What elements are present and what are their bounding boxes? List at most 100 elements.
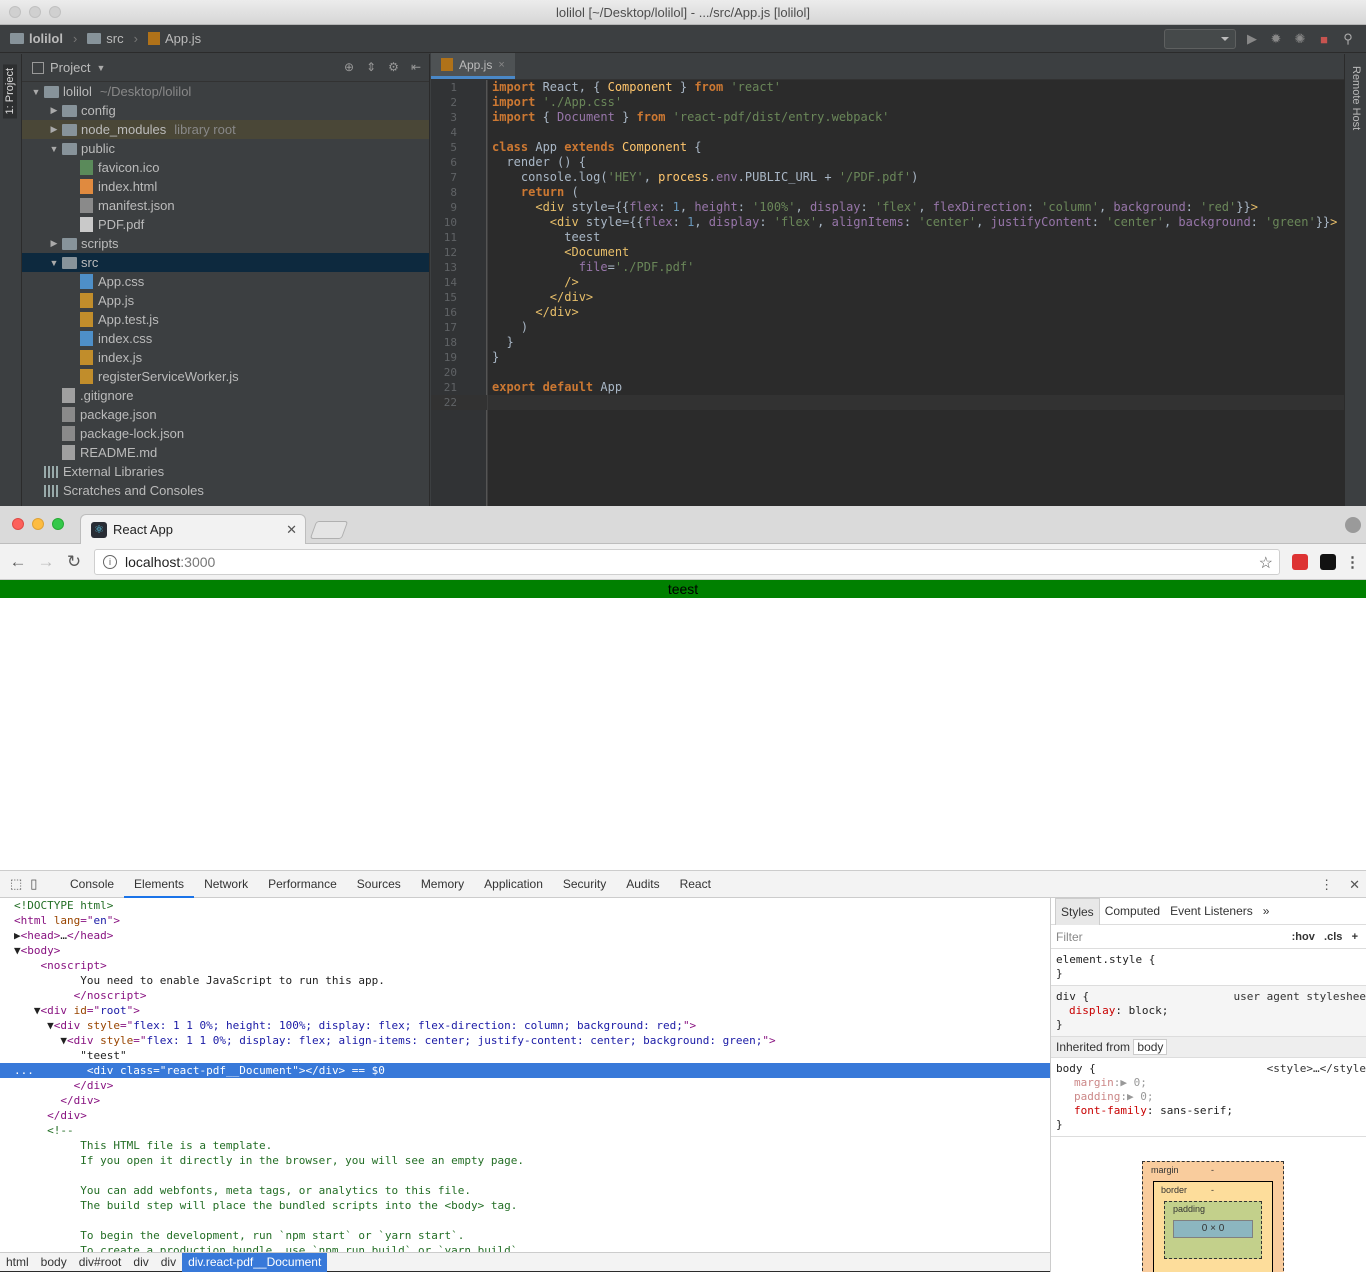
code-line[interactable]: 2 import './App.css' <box>431 95 1344 110</box>
more-tabs-icon[interactable]: » <box>1258 898 1275 925</box>
code-line[interactable]: 21 export default App <box>431 380 1344 395</box>
reload-icon[interactable]: ↻ <box>60 552 88 572</box>
hov-toggle[interactable]: :hov .cls + <box>1292 931 1358 943</box>
info-icon[interactable]: i <box>103 555 117 569</box>
tree-item[interactable]: manifest.json <box>22 196 429 215</box>
element-style-rule[interactable]: element.style { } <box>1051 949 1366 986</box>
address-bar[interactable]: i localhost:3000 ☆ <box>94 549 1280 575</box>
dom-node-row[interactable]: </div> <box>0 1108 1050 1123</box>
zoom-window-icon[interactable] <box>49 6 61 18</box>
code-line[interactable]: 13 file = './PDF.pdf' <box>431 260 1344 275</box>
zoom-window-icon[interactable] <box>52 518 64 530</box>
profile-icon[interactable] <box>1345 517 1361 533</box>
tree-arrow-icon[interactable]: ▶ <box>48 124 60 135</box>
code-line[interactable]: 18 } <box>431 335 1344 350</box>
tree-item[interactable]: index.css <box>22 329 429 348</box>
styles-filter[interactable]: Filter :hov .cls + <box>1051 925 1366 949</box>
search-icon[interactable]: ⚲ <box>1340 31 1356 47</box>
dom-breadcrumb-item[interactable]: body <box>35 1255 73 1269</box>
devtools-tab-react[interactable]: React <box>670 871 721 898</box>
dom-breadcrumb-item[interactable]: html <box>0 1255 35 1269</box>
dom-node-row[interactable] <box>0 1168 1050 1183</box>
browser-menu-icon[interactable]: ⋮ <box>1345 553 1360 571</box>
tree-item[interactable]: Scratches and Consoles <box>22 481 429 500</box>
dom-node-row[interactable]: If you open it directly in the browser, … <box>0 1153 1050 1168</box>
code-line[interactable]: 12 <Document <box>431 245 1344 260</box>
tree-item[interactable]: ▼ lolilol ~/Desktop/lolilol <box>22 82 429 101</box>
run-configuration-select[interactable] <box>1164 29 1236 49</box>
tree-item[interactable]: registerServiceWorker.js <box>22 367 429 386</box>
coverage-icon[interactable]: ✺ <box>1292 31 1308 47</box>
remote-host-tool-button[interactable]: Remote Host <box>1350 66 1362 130</box>
project-view-selector[interactable]: Project <box>50 60 90 75</box>
code-line[interactable]: 20 <box>431 365 1344 380</box>
code-line[interactable]: 22 <box>431 395 1344 410</box>
code-line[interactable]: 9 <div style={{flex: 1, height: '100%', … <box>431 200 1344 215</box>
browser-tab-react-app[interactable]: ⚛ React App ✕ <box>80 514 306 544</box>
tab-event-listeners[interactable]: Event Listeners <box>1165 898 1258 925</box>
locate-icon[interactable]: ⊕ <box>344 60 354 74</box>
tree-item[interactable]: ▶ config <box>22 101 429 120</box>
devtools-tab-sources[interactable]: Sources <box>347 871 411 898</box>
devtools-tab-performance[interactable]: Performance <box>258 871 347 898</box>
code-line[interactable]: 6 render () { <box>431 155 1344 170</box>
devtools-tab-memory[interactable]: Memory <box>411 871 474 898</box>
code-line[interactable]: 16 </div> <box>431 305 1344 320</box>
dom-node-row[interactable]: </div> <box>0 1078 1050 1093</box>
dom-breadcrumb-item[interactable]: div <box>155 1255 182 1269</box>
tree-item[interactable]: ▶ node_modules library root <box>22 120 429 139</box>
dom-node-row[interactable]: ▼<body> <box>0 943 1050 958</box>
dom-node-row[interactable]: ... <div class="react-pdf__Document"></d… <box>0 1063 1050 1078</box>
dom-node-row[interactable]: </noscript> <box>0 988 1050 1003</box>
tree-item[interactable]: ▶ scripts <box>22 234 429 253</box>
tree-item[interactable]: App.css <box>22 272 429 291</box>
new-tab-button[interactable] <box>309 521 349 539</box>
code-line[interactable]: 11 teest <box>431 230 1344 245</box>
project-tool-button[interactable]: 1: Project <box>3 64 17 119</box>
devtools-tab-application[interactable]: Application <box>474 871 553 898</box>
tree-arrow-icon[interactable]: ▼ <box>48 258 60 268</box>
breadcrumb-project[interactable]: lolilol <box>10 31 63 46</box>
code-line[interactable]: 19} <box>431 350 1344 365</box>
dom-breadcrumb-item[interactable]: div <box>127 1255 154 1269</box>
tree-item[interactable]: index.js <box>22 348 429 367</box>
bookmark-star-icon[interactable]: ☆ <box>1259 553 1273 573</box>
dom-node-row[interactable]: <!DOCTYPE html> <box>0 898 1050 913</box>
dom-node-row[interactable]: To begin the development, run `npm start… <box>0 1228 1050 1243</box>
devtools-tab-network[interactable]: Network <box>194 871 258 898</box>
devtools-tab-security[interactable]: Security <box>553 871 616 898</box>
breadcrumb-file[interactable]: App.js <box>147 31 201 46</box>
code-line[interactable]: 8 return ( <box>431 185 1344 200</box>
code-line[interactable]: 7 console.log('HEY', process. env .PUBLIC_… <box>431 170 1344 185</box>
style-source-link[interactable]: <style>…</style <box>1267 1062 1366 1076</box>
back-icon[interactable]: ← <box>4 552 32 572</box>
inspect-element-icon[interactable]: ⬚ <box>10 876 22 892</box>
dom-node-row[interactable]: ▼<div style="flex: 1 1 0%; display: flex… <box>0 1033 1050 1048</box>
minimize-window-icon[interactable] <box>32 518 44 530</box>
devtools-tab-audits[interactable]: Audits <box>616 871 669 898</box>
breadcrumb-src[interactable]: src <box>87 31 124 46</box>
code-line[interactable]: 14 /> <box>431 275 1344 290</box>
gear-icon[interactable]: ⚙ <box>388 60 399 74</box>
close-window-icon[interactable] <box>12 518 24 530</box>
code-line[interactable]: 1 import React, { Component } from 'react… <box>431 80 1344 95</box>
tree-item[interactable]: index.html <box>22 177 429 196</box>
code-line[interactable]: 10 <div style={{flex: 1, display: 'flex'… <box>431 215 1344 230</box>
tree-item[interactable]: .gitignore <box>22 386 429 405</box>
tree-item[interactable]: README.md <box>22 443 429 462</box>
hide-panel-icon[interactable]: ⇤ <box>411 60 421 74</box>
tab-styles[interactable]: Styles <box>1055 898 1100 925</box>
react-devtools-extension-icon[interactable] <box>1292 554 1308 570</box>
inherited-element-link[interactable]: body <box>1133 1039 1168 1055</box>
devtools-tab-elements[interactable]: Elements <box>124 871 195 898</box>
close-devtools-icon[interactable]: ✕ <box>1349 877 1360 893</box>
forward-icon[interactable]: → <box>32 552 60 572</box>
tree-item[interactable]: External Libraries <box>22 462 429 481</box>
tree-item[interactable]: package.json <box>22 405 429 424</box>
tree-item[interactable]: favicon.ico <box>22 158 429 177</box>
stop-icon[interactable]: ■ <box>1316 31 1332 47</box>
dom-node-row[interactable]: You can add webfonts, meta tags, or anal… <box>0 1183 1050 1198</box>
dom-breadcrumb-item[interactable]: div.react-pdf__Document <box>182 1252 328 1272</box>
minimize-window-icon[interactable] <box>29 6 41 18</box>
dom-breadcrumb-item[interactable]: div#root <box>73 1255 128 1269</box>
